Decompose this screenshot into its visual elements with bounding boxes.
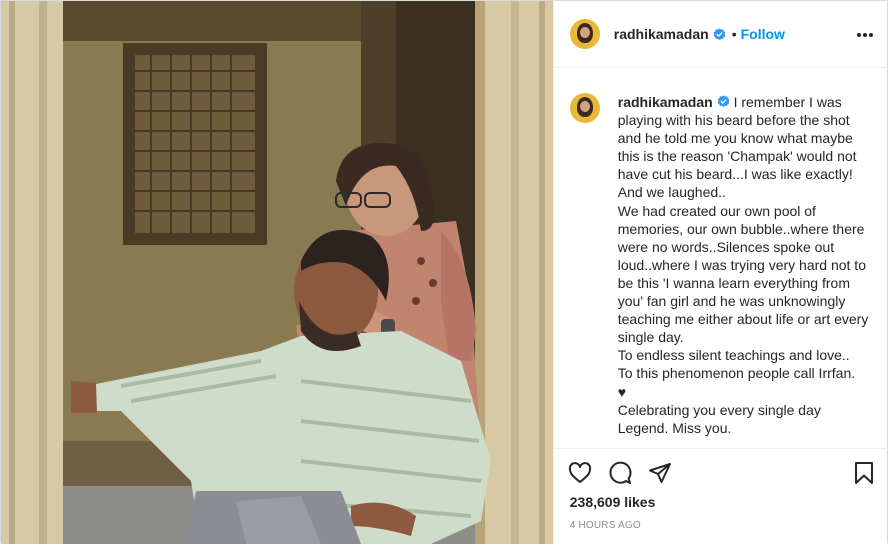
- likes-count[interactable]: 238,609 likes: [570, 494, 656, 510]
- caption-block: radhikamadan I remember I was playing wi…: [553, 69, 888, 449]
- caption-username[interactable]: radhikamadan: [618, 94, 713, 110]
- post-photo-illustration: [1, 1, 553, 544]
- more-options-icon[interactable]: [855, 25, 875, 45]
- instagram-post: radhikamadan • Follow radhikamadan I rem…: [0, 0, 888, 544]
- header-username[interactable]: radhikamadan: [614, 26, 709, 42]
- caption-body: I remember I was playing with his beard …: [617, 94, 869, 436]
- bookmark-icon[interactable]: [852, 461, 876, 485]
- caption-text: radhikamadan I remember I was playing wi…: [618, 93, 873, 448]
- separator-dot: •: [731, 26, 737, 42]
- caption-avatar[interactable]: [569, 93, 600, 123]
- post-header: radhikamadan • Follow: [553, 1, 888, 68]
- verified-badge-icon: [713, 27, 726, 40]
- post-timestamp[interactable]: 4 HOURS AGO: [570, 520, 641, 531]
- comment-icon[interactable]: [608, 461, 632, 485]
- paper-plane-icon[interactable]: [648, 461, 672, 485]
- post-side-panel: radhikamadan • Follow radhikamadan I rem…: [552, 1, 888, 544]
- follow-button[interactable]: Follow: [741, 26, 785, 42]
- verified-badge-icon: [717, 95, 730, 108]
- heart-icon[interactable]: [568, 461, 592, 485]
- post-photo[interactable]: [1, 1, 553, 544]
- avatar[interactable]: [569, 19, 600, 49]
- action-bar: [554, 449, 888, 494]
